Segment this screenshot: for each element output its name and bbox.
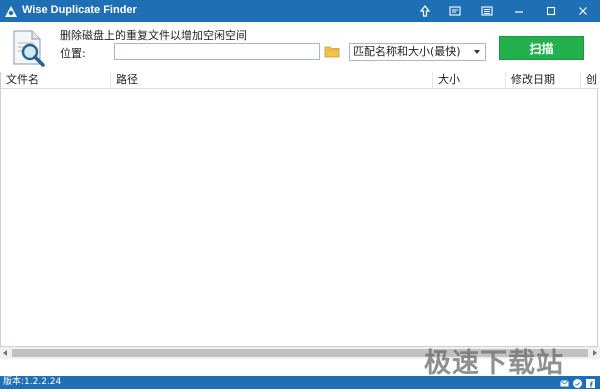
version-label: 版本:1.2.2.24 bbox=[3, 377, 62, 387]
location-label: 位置: bbox=[60, 47, 86, 60]
menu-icon bbox=[481, 6, 493, 16]
match-mode-value: 匹配名称和大小(最快) bbox=[353, 45, 461, 58]
watermark-text: 极速下载站 bbox=[424, 348, 564, 379]
column-header-filename[interactable]: 文件名 bbox=[1, 72, 111, 88]
upgrade-icon bbox=[420, 5, 430, 17]
maximize-icon bbox=[546, 6, 556, 16]
location-input[interactable] bbox=[114, 43, 320, 60]
feedback-icon bbox=[449, 6, 461, 16]
feedback-button[interactable] bbox=[440, 0, 470, 22]
upgrade-button[interactable] bbox=[410, 0, 440, 22]
column-header-modified[interactable]: 修改日期 bbox=[506, 72, 581, 88]
close-icon bbox=[578, 6, 588, 16]
column-header-path[interactable]: 路径 bbox=[111, 72, 433, 88]
results-table[interactable]: 文件名 路径 大小 修改日期 创 bbox=[0, 72, 599, 347]
chevron-down-icon bbox=[474, 50, 480, 54]
maximize-button[interactable] bbox=[536, 0, 566, 22]
scroll-right-icon[interactable] bbox=[593, 350, 597, 356]
minimize-button[interactable] bbox=[504, 0, 534, 22]
facebook-icon[interactable] bbox=[586, 378, 595, 388]
browse-folder-icon[interactable] bbox=[324, 44, 340, 58]
menu-button[interactable] bbox=[472, 0, 502, 22]
email-icon[interactable] bbox=[560, 378, 569, 387]
match-mode-dropdown[interactable]: 匹配名称和大小(最快) bbox=[349, 43, 486, 61]
scan-button[interactable]: 扫描 bbox=[499, 36, 584, 60]
column-header-size[interactable]: 大小 bbox=[433, 72, 506, 88]
column-header-created[interactable]: 创 bbox=[581, 72, 599, 88]
window-title: Wise Duplicate Finder bbox=[22, 4, 137, 16]
app-logo-icon bbox=[4, 4, 18, 18]
table-header: 文件名 路径 大小 修改日期 创 bbox=[1, 72, 599, 89]
app-description: 删除磁盘上的重复文件以增加空闲空间 bbox=[60, 29, 247, 42]
document-search-icon bbox=[10, 28, 50, 68]
status-bar: 版本:1.2.2.24 bbox=[0, 376, 600, 389]
toolbar-header: 删除磁盘上的重复文件以增加空闲空间 位置: 匹配名称和大小(最快) 扫描 bbox=[0, 22, 600, 72]
title-bar: Wise Duplicate Finder bbox=[0, 0, 600, 22]
close-button[interactable] bbox=[568, 0, 598, 22]
twitter-icon[interactable] bbox=[573, 378, 582, 388]
minimize-icon bbox=[514, 6, 524, 16]
scroll-left-icon[interactable] bbox=[3, 350, 7, 356]
